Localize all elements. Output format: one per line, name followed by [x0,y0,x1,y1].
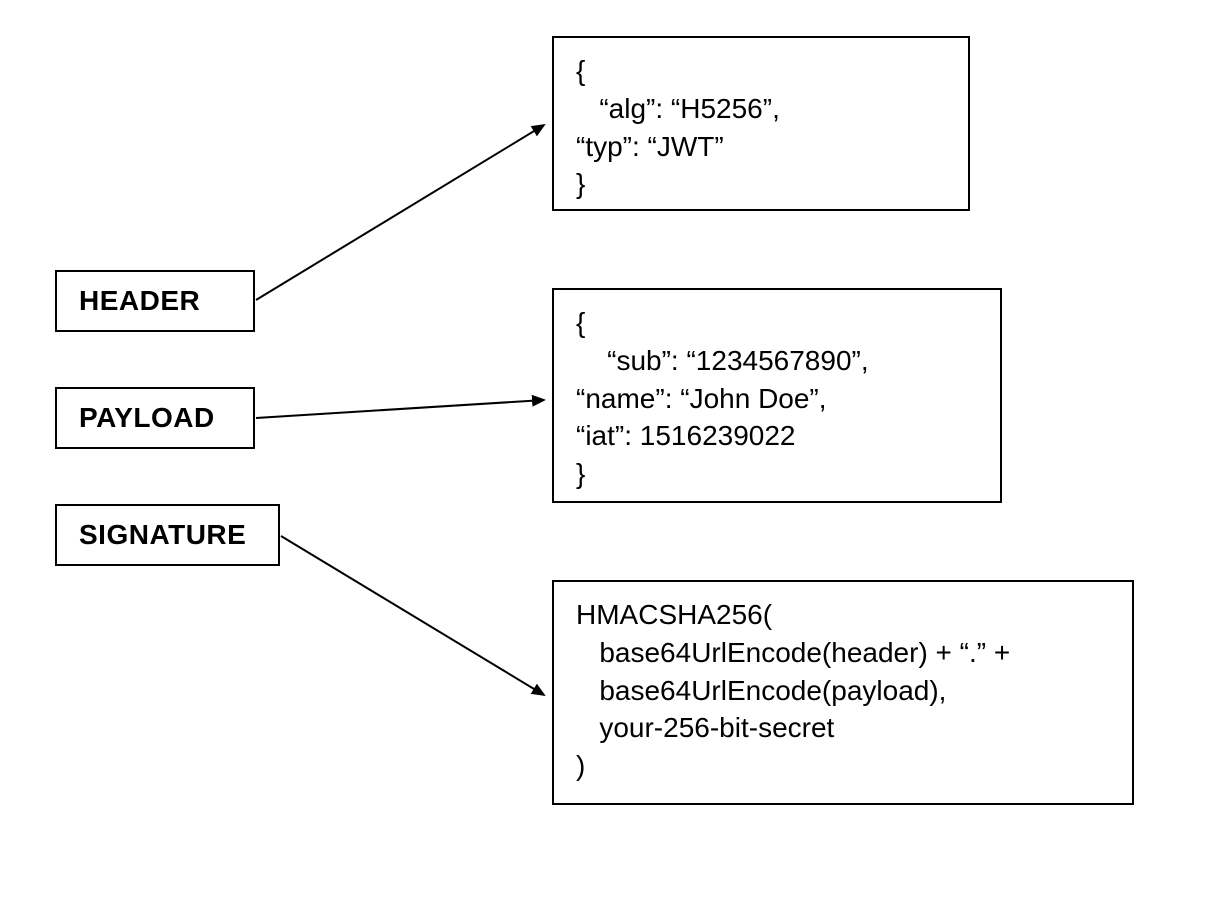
arrow-payload [256,400,544,418]
payload-label: PAYLOAD [79,402,215,434]
header-label: HEADER [79,285,200,317]
header-content-box: { “alg”: “H5256”, “typ”: “JWT” } [552,36,970,211]
header-label-box: HEADER [55,270,255,332]
signature-label: SIGNATURE [79,519,246,551]
signature-content-box: HMACSHA256( base64UrlEncode(header) + “.… [552,580,1134,805]
arrow-signature [281,536,544,695]
payload-label-box: PAYLOAD [55,387,255,449]
signature-label-box: SIGNATURE [55,504,280,566]
payload-content-box: { “sub”: “1234567890”, “name”: “John Doe… [552,288,1002,503]
jwt-structure-diagram: HEADER PAYLOAD SIGNATURE { “alg”: “H5256… [0,0,1211,898]
arrow-header [256,125,544,300]
